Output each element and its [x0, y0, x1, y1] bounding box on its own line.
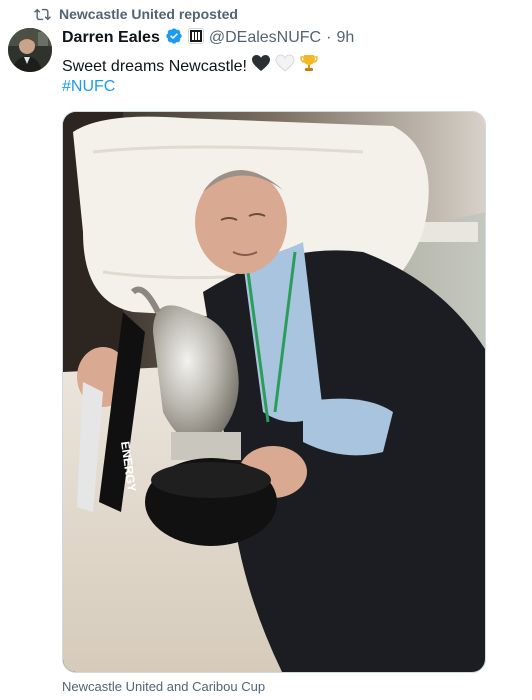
photo-caption: Newcastle United and Caribou Cup [62, 679, 266, 694]
white-heart-icon [275, 54, 295, 79]
tweet-card[interactable]: Newcastle United reposted Darren Eales @… [0, 0, 532, 700]
trophy-icon [299, 53, 319, 80]
black-heart-icon [251, 54, 271, 79]
tweet-photo[interactable]: ENERGY [62, 111, 486, 673]
repost-label[interactable]: Newcastle United reposted [59, 6, 238, 22]
photo-man-sleeping-with-trophy: ENERGY [63, 112, 485, 672]
author-handle[interactable]: @DEalesNUFC [209, 29, 321, 47]
hashtag-link[interactable]: #NUFC [62, 76, 115, 98]
avatar[interactable] [8, 28, 52, 72]
tweet-body: Sweet dreams Newcastle! [62, 57, 247, 75]
newcastle-crest-icon[interactable] [187, 27, 204, 49]
repost-icon [34, 6, 51, 23]
verified-badge-icon [165, 27, 183, 50]
tweet-header: Darren Eales @DEalesNUFC · 9h [62, 27, 354, 49]
separator-dot: · [326, 29, 332, 46]
repost-indicator[interactable]: Newcastle United reposted [34, 4, 238, 24]
author-name[interactable]: Darren Eales [62, 29, 160, 47]
timestamp[interactable]: 9h [336, 29, 354, 47]
